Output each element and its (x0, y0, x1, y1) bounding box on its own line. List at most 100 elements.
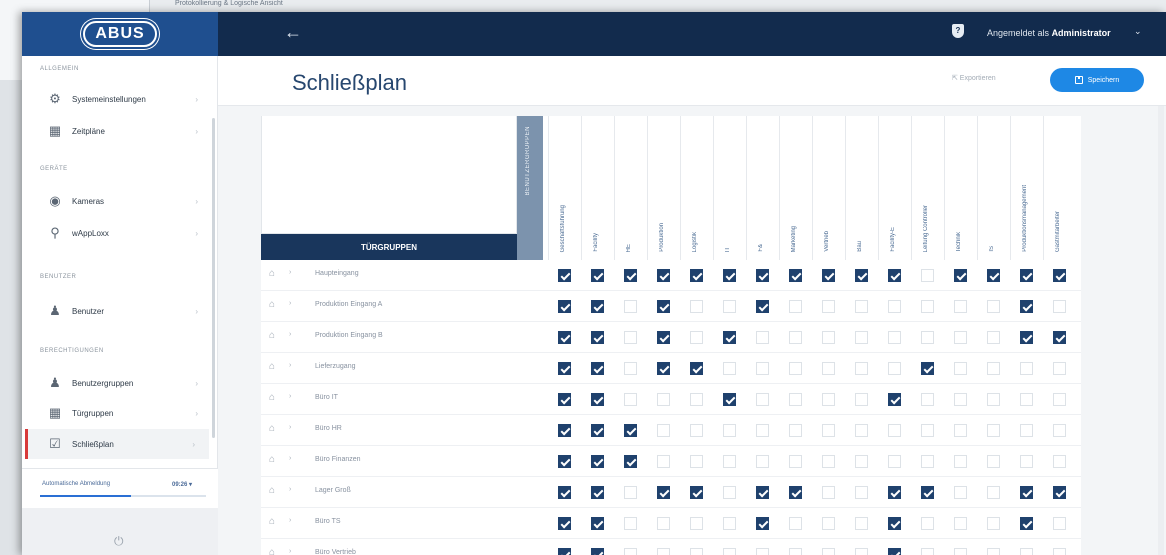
permission-checkbox[interactable] (1053, 331, 1066, 344)
permission-checkbox[interactable] (855, 455, 868, 468)
permission-checkbox[interactable] (624, 331, 637, 344)
permission-checkbox[interactable] (954, 517, 967, 530)
sidebar-item-locking-plan[interactable]: ☑ Schließplan › (25, 429, 209, 459)
permission-checkbox[interactable] (723, 517, 736, 530)
permission-checkbox[interactable] (822, 269, 835, 282)
permission-checkbox[interactable] (822, 486, 835, 499)
permission-checkbox[interactable] (558, 424, 571, 437)
permission-checkbox[interactable] (624, 300, 637, 313)
permission-checkbox[interactable] (789, 300, 802, 313)
permission-checkbox[interactable] (1020, 486, 1033, 499)
permission-checkbox[interactable] (558, 486, 571, 499)
permission-checkbox[interactable] (855, 393, 868, 406)
permission-checkbox[interactable] (591, 300, 604, 313)
sidebar-item-system-settings[interactable]: ⚙ Systemeinstellungen › (28, 84, 212, 114)
permission-checkbox[interactable] (921, 393, 934, 406)
permission-checkbox[interactable] (1053, 269, 1066, 282)
permission-checkbox[interactable] (954, 300, 967, 313)
permission-checkbox[interactable] (921, 517, 934, 530)
permission-checkbox[interactable] (624, 424, 637, 437)
permission-checkbox[interactable] (789, 362, 802, 375)
permission-checkbox[interactable] (888, 548, 901, 555)
permission-checkbox[interactable] (954, 548, 967, 555)
permission-checkbox[interactable] (987, 362, 1000, 375)
permission-checkbox[interactable] (558, 393, 571, 406)
permission-checkbox[interactable] (756, 300, 769, 313)
permission-checkbox[interactable] (690, 331, 703, 344)
permission-checkbox[interactable] (789, 424, 802, 437)
sidebar-item-user-groups[interactable]: ♟ Benutzergruppen › (28, 368, 212, 398)
permission-checkbox[interactable] (789, 548, 802, 555)
permission-checkbox[interactable] (987, 393, 1000, 406)
permission-checkbox[interactable] (624, 269, 637, 282)
permission-checkbox[interactable] (690, 455, 703, 468)
permission-checkbox[interactable] (921, 548, 934, 555)
permission-checkbox[interactable] (888, 424, 901, 437)
permission-checkbox[interactable] (987, 300, 1000, 313)
permission-checkbox[interactable] (1053, 548, 1066, 555)
chevron-down-icon[interactable]: ⌄ (1134, 26, 1142, 37)
permission-checkbox[interactable] (1053, 362, 1066, 375)
permission-checkbox[interactable] (855, 362, 868, 375)
chevron-right-icon[interactable]: › (289, 486, 291, 493)
permission-checkbox[interactable] (1020, 300, 1033, 313)
user-menu[interactable]: Angemeldet als Administrator (987, 28, 1111, 38)
permission-checkbox[interactable] (756, 517, 769, 530)
chevron-right-icon[interactable]: › (289, 455, 291, 462)
permission-checkbox[interactable] (657, 548, 670, 555)
permission-checkbox[interactable] (888, 486, 901, 499)
export-button[interactable]: ⇱ Exportieren (952, 74, 996, 82)
permission-checkbox[interactable] (591, 393, 604, 406)
permission-checkbox[interactable] (822, 331, 835, 344)
permission-checkbox[interactable] (855, 486, 868, 499)
chevron-right-icon[interactable]: › (289, 517, 291, 524)
permission-checkbox[interactable] (723, 269, 736, 282)
chevron-right-icon[interactable]: › (289, 331, 291, 338)
sidebar-scrollbar[interactable] (212, 118, 215, 438)
permission-checkbox[interactable] (888, 300, 901, 313)
permission-checkbox[interactable] (987, 548, 1000, 555)
permission-checkbox[interactable] (723, 486, 736, 499)
arrow-left-icon[interactable]: ← (284, 22, 302, 43)
permission-checkbox[interactable] (756, 362, 769, 375)
permission-checkbox[interactable] (789, 269, 802, 282)
permission-checkbox[interactable] (954, 424, 967, 437)
chevron-right-icon[interactable]: › (289, 548, 291, 555)
chevron-right-icon[interactable]: › (289, 269, 291, 276)
permission-checkbox[interactable] (888, 455, 901, 468)
permission-checkbox[interactable] (723, 393, 736, 406)
permission-checkbox[interactable] (921, 331, 934, 344)
chevron-right-icon[interactable]: › (289, 300, 291, 307)
permission-checkbox[interactable] (822, 362, 835, 375)
permission-checkbox[interactable] (954, 393, 967, 406)
permission-checkbox[interactable] (591, 548, 604, 555)
permission-checkbox[interactable] (822, 393, 835, 406)
permission-checkbox[interactable] (1053, 455, 1066, 468)
permission-checkbox[interactable] (657, 362, 670, 375)
permission-checkbox[interactable] (987, 424, 1000, 437)
permission-checkbox[interactable] (1020, 269, 1033, 282)
permission-checkbox[interactable] (921, 455, 934, 468)
permission-checkbox[interactable] (1020, 393, 1033, 406)
content-scrollbar[interactable] (1158, 106, 1164, 555)
permission-checkbox[interactable] (657, 517, 670, 530)
chevron-right-icon[interactable]: › (289, 393, 291, 400)
permission-checkbox[interactable] (657, 269, 670, 282)
permission-checkbox[interactable] (657, 300, 670, 313)
permission-checkbox[interactable] (987, 331, 1000, 344)
permission-checkbox[interactable] (558, 455, 571, 468)
permission-checkbox[interactable] (954, 269, 967, 282)
permission-checkbox[interactable] (888, 331, 901, 344)
permission-checkbox[interactable] (657, 424, 670, 437)
permission-checkbox[interactable] (1020, 424, 1033, 437)
sidebar-item-wapploxx[interactable]: ⚲ wAppLoxx › (28, 218, 212, 248)
permission-checkbox[interactable] (855, 269, 868, 282)
permission-checkbox[interactable] (591, 517, 604, 530)
permission-checkbox[interactable] (690, 548, 703, 555)
permission-checkbox[interactable] (624, 486, 637, 499)
power-icon[interactable]: ⏻ (114, 534, 124, 549)
permission-checkbox[interactable] (954, 362, 967, 375)
permission-checkbox[interactable] (723, 300, 736, 313)
permission-checkbox[interactable] (690, 486, 703, 499)
permission-checkbox[interactable] (1053, 517, 1066, 530)
